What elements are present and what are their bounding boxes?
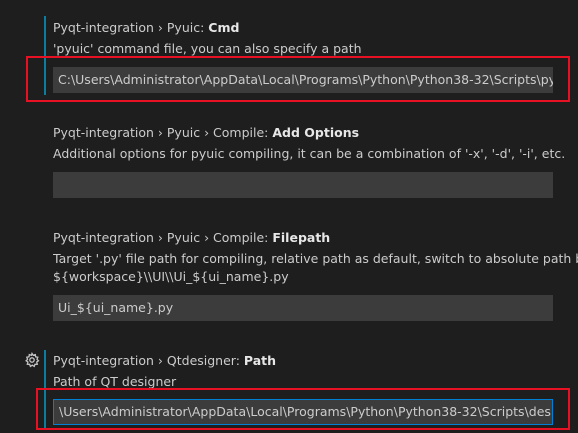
setting-name: Path	[243, 353, 277, 368]
setting-description: 'pyuic' command file, you can also speci…	[53, 41, 362, 56]
setting-description: Additional options for pyuic compiling, …	[53, 146, 566, 161]
setting-description: Target '.py' file path for compiling, re…	[53, 251, 578, 266]
gear-icon[interactable]	[24, 352, 40, 368]
setting-description-line2: ${workspace}\\UI\\Ui_${ui_name}.py	[53, 269, 289, 284]
filepath-input[interactable]: Ui_${ui_name}.py	[53, 295, 553, 321]
add-options-input[interactable]	[53, 172, 553, 198]
setting-title: Pyqt-integration › Qtdesigner: Path	[53, 353, 276, 368]
setting-title: Pyqt-integration › Pyuic: Cmd	[53, 20, 239, 35]
setting-name: Cmd	[208, 20, 240, 35]
highlight-box-path	[36, 388, 570, 430]
setting-breadcrumb: Pyqt-integration › Pyuic:	[53, 20, 209, 35]
setting-breadcrumb: Pyqt-integration › Qtdesigner:	[53, 353, 244, 368]
setting-name: Add Options	[272, 125, 360, 140]
setting-description: Path of QT designer	[53, 374, 177, 389]
setting-title: Pyqt-integration › Pyuic › Compile: Add …	[53, 125, 359, 140]
highlight-box-cmd	[26, 56, 570, 102]
setting-breadcrumb: Pyqt-integration › Pyuic › Compile:	[53, 230, 273, 245]
setting-title: Pyqt-integration › Pyuic › Compile: File…	[53, 230, 330, 245]
setting-name: Filepath	[272, 230, 331, 245]
setting-breadcrumb: Pyqt-integration › Pyuic › Compile:	[53, 125, 273, 140]
